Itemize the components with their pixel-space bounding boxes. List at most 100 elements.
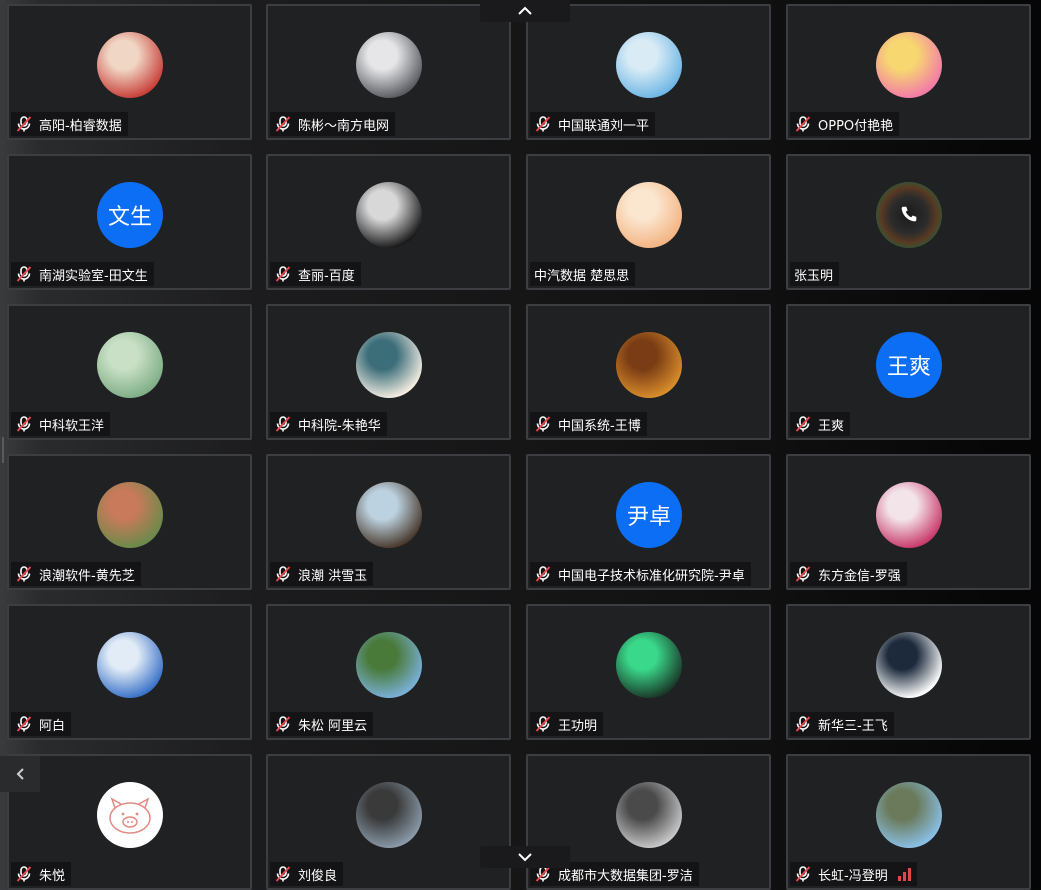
participant-tile[interactable]: 中国系统-王博 (526, 304, 771, 440)
participant-name-bar: 南湖实验室-田文生 (11, 262, 154, 286)
avatar (616, 632, 682, 698)
participant-tile[interactable]: 东方金信-罗强 (786, 454, 1031, 590)
chevron-left-icon (16, 768, 24, 780)
previous-page-button[interactable] (0, 756, 40, 792)
participant-tile[interactable]: 文生南湖实验室-田文生 (7, 154, 252, 290)
signal-strength-icon (897, 867, 911, 881)
participant-tile[interactable]: 查丽-百度 (266, 154, 511, 290)
avatar (97, 482, 163, 548)
participant-name: 南湖实验室-田文生 (39, 268, 148, 284)
mic-muted-icon (275, 566, 291, 582)
mic-muted-icon (535, 716, 551, 732)
participant-name-bar: 朱悦 (11, 862, 72, 886)
avatar (876, 182, 942, 248)
participant-tile[interactable]: 成都市大数据集团-罗洁 (526, 754, 771, 890)
participant-name-bar: 中科院-朱艳华 (270, 412, 387, 436)
participant-tile[interactable]: 朱松 阿里云 (266, 604, 511, 740)
mic-muted-icon (275, 866, 291, 882)
avatar (876, 632, 942, 698)
participant-name-bar: 浪潮 洪雪玉 (270, 562, 374, 586)
participant-name-bar: 查丽-百度 (270, 262, 361, 286)
participant-name-bar: 长虹-冯登明 (790, 862, 917, 886)
participant-name-bar: 张玉明 (790, 262, 840, 286)
participant-name-bar: 中国联通刘一平 (530, 112, 656, 136)
participant-tile[interactable]: 中国联通刘一平 (526, 4, 771, 140)
avatar (97, 782, 163, 848)
avatar (616, 782, 682, 848)
participant-tile[interactable]: 长虹-冯登明 (786, 754, 1031, 890)
scroll-up-button[interactable] (480, 0, 570, 22)
mic-muted-icon (16, 116, 32, 132)
participant-name: 中科院-朱艳华 (298, 418, 381, 434)
avatar-initials: 文生 (107, 205, 152, 230)
participant-tile[interactable]: OPPO付艳艳 (786, 4, 1031, 140)
avatar-initials: 尹卓 (626, 505, 671, 530)
participant-name-bar: 中国系统-王博 (530, 412, 647, 436)
participant-name: 张玉明 (794, 268, 834, 284)
participant-name-bar: OPPO付艳艳 (790, 112, 900, 136)
participant-tile[interactable]: 陈彬～南方电网 (266, 4, 511, 140)
participant-name-bar: 陈彬～南方电网 (270, 112, 396, 136)
avatar (356, 482, 422, 548)
participant-name: 朱悦 (39, 868, 66, 884)
participant-name: 高阳-柏睿数据 (39, 118, 122, 134)
participant-name-bar: 中科软王洋 (11, 412, 111, 436)
participant-name-bar: 东方金信-罗强 (790, 562, 907, 586)
participant-name-bar: 刘俊良 (270, 862, 344, 886)
avatar (616, 182, 682, 248)
participant-tile[interactable]: 刘俊良 (266, 754, 511, 890)
participant-tile[interactable]: 王爽 王爽 (786, 304, 1031, 440)
participant-name-bar: 阿白 (11, 712, 72, 736)
avatar: 王爽 (876, 332, 942, 398)
scroll-down-button[interactable] (480, 846, 570, 868)
participant-tile[interactable]: 尹卓中国电子技术标准化研究院-尹卓 (526, 454, 771, 590)
participant-tile[interactable]: 中科院-朱艳华 (266, 304, 511, 440)
mic-muted-icon (795, 716, 811, 732)
participant-tile[interactable]: 阿白 (7, 604, 252, 740)
participant-name: 陈彬～南方电网 (298, 118, 390, 134)
participant-name-bar: 新华三-王飞 (790, 712, 894, 736)
mic-muted-icon (275, 416, 291, 432)
chevron-down-icon (518, 853, 532, 862)
mic-muted-icon (16, 416, 32, 432)
avatar (97, 332, 163, 398)
participant-tile[interactable]: 张玉明 (786, 154, 1031, 290)
mic-muted-icon (16, 716, 32, 732)
avatar (876, 482, 942, 548)
mic-muted-icon (275, 716, 291, 732)
mic-muted-icon (535, 116, 551, 132)
avatar: 尹卓 (616, 482, 682, 548)
scrollbar-handle[interactable] (2, 437, 4, 463)
participant-name: 新华三-王飞 (818, 718, 888, 734)
mic-muted-icon (275, 116, 291, 132)
participant-name-bar: 中汽数据 楚思思 (530, 262, 636, 286)
avatar (876, 32, 942, 98)
participant-name: 查丽-百度 (298, 268, 355, 284)
avatar (356, 332, 422, 398)
mic-muted-icon (16, 866, 32, 882)
participant-name-bar: 中国电子技术标准化研究院-尹卓 (530, 562, 751, 586)
avatar (876, 782, 942, 848)
avatar (97, 632, 163, 698)
participant-tile[interactable]: 朱悦 (7, 754, 252, 890)
participant-name: 阿白 (39, 718, 66, 734)
avatar (356, 182, 422, 248)
avatar: 文生 (97, 182, 163, 248)
participant-name: 浪潮软件-黄先芝 (39, 568, 135, 584)
mic-muted-icon (795, 566, 811, 582)
participant-name: 中汽数据 楚思思 (534, 268, 630, 284)
participant-tile[interactable]: 高阳-柏睿数据 (7, 4, 252, 140)
participant-name: 王爽 (818, 418, 845, 434)
participant-tile[interactable]: 浪潮 洪雪玉 (266, 454, 511, 590)
participant-tile[interactable]: 新华三-王飞 (786, 604, 1031, 740)
participant-tile[interactable]: 中汽数据 楚思思 (526, 154, 771, 290)
mic-muted-icon (795, 416, 811, 432)
avatar (356, 782, 422, 848)
participant-tile[interactable]: 王功明 (526, 604, 771, 740)
participant-name-bar: 朱松 阿里云 (270, 712, 374, 736)
participant-tile[interactable]: 浪潮软件-黄先芝 (7, 454, 252, 590)
participant-tile[interactable]: 中科软王洋 (7, 304, 252, 440)
avatar (97, 32, 163, 98)
participant-name: 东方金信-罗强 (818, 568, 901, 584)
phone-icon (901, 206, 917, 222)
